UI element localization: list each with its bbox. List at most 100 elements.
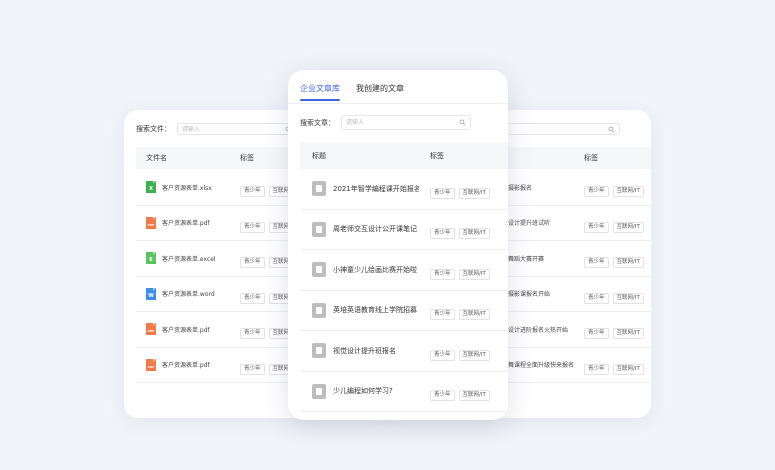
article-title[interactable]: 2021年智学编程课开始报名: [333, 184, 419, 194]
title-cell: 少儿编程如何学习?: [312, 383, 419, 399]
filename-cell: PDF 客户资源表单.pdf: [146, 323, 210, 336]
tag-badge: 青少年: [240, 221, 265, 233]
document-icon: [312, 181, 326, 197]
tag-badge: 互联网/IT: [458, 390, 490, 402]
tag-badge: 青少年: [430, 349, 455, 361]
article-title[interactable]: 舞课程全面升级快来报名: [508, 360, 574, 369]
tag-badge: 青少年: [430, 390, 455, 402]
file-search-label: 搜索文件：: [136, 125, 171, 133]
tag-list: 青少年 互联网/IT: [430, 381, 494, 402]
file-search-box[interactable]: [177, 123, 297, 135]
tag-list: 青少年 互联网/IT: [584, 177, 648, 198]
excel-file-icon: X: [146, 181, 156, 194]
table-row[interactable]: 2021年智学编程课开始报名 青少年 互联网/IT: [300, 169, 508, 210]
right-search-box[interactable]: [500, 123, 620, 135]
table-row[interactable]: 英培英语教育线上学院招募 青少年 互联网/IT: [300, 291, 508, 331]
tag-badge: 青少年: [584, 257, 609, 269]
article-search-label: 搜索文章：: [300, 118, 335, 127]
pdf-file-icon: PDF: [146, 358, 156, 371]
tag-list: 青少年 互联网/IT: [430, 300, 494, 321]
file-name[interactable]: 客户资源表单.xlsx: [162, 183, 212, 192]
article-title[interactable]: 少儿编程如何学习?: [333, 386, 419, 396]
search-icon[interactable]: [459, 119, 466, 126]
filename-cell: E 客户资源表单.excel: [146, 252, 216, 265]
file-name[interactable]: 客户资源表单.pdf: [162, 218, 210, 227]
document-icon: [312, 383, 326, 399]
file-type-letter: PDF: [147, 364, 155, 369]
article-library-panel: 企业文章库 我创建的文章 搜索文章： 标题 标签 2021年智学编程课开始报名青…: [288, 70, 508, 420]
file-name[interactable]: 客户资源表单.pdf: [162, 360, 210, 369]
document-icon: [312, 262, 326, 278]
tag-list: 青少年 互联网/IT: [584, 213, 648, 233]
tag-badge: 青少年: [430, 228, 455, 240]
tag-badge: 青少年: [584, 221, 609, 233]
tag-list: 青少年 互联网/IT: [584, 284, 648, 304]
tag-badge: 青少年: [240, 292, 265, 304]
tag-badge: 青少年: [240, 363, 265, 375]
article-title[interactable]: 摄影报名: [508, 183, 532, 192]
column-header-filename: 文件名: [146, 154, 167, 162]
tag-badge: 青少年: [584, 363, 609, 375]
title-cell: 周老师交互设计公开课笔记: [312, 221, 419, 237]
tag-badge: 互联网/IT: [458, 349, 490, 361]
filename-cell: PDF 客户资源表单.pdf: [146, 216, 210, 229]
tag-badge: 青少年: [584, 328, 609, 340]
title-cell: 英培英语教育线上学院招募: [312, 302, 419, 318]
tag-badge: 互联网/IT: [612, 221, 644, 233]
table-row[interactable]: 视觉设计提升班报名 青少年 互联网/IT: [300, 331, 508, 372]
word-file-icon: W: [146, 287, 156, 300]
tag-badge: 互联网/IT: [612, 363, 644, 375]
search-icon[interactable]: [608, 126, 615, 133]
tag-badge: 互联网/IT: [458, 187, 490, 199]
file-name[interactable]: 客户资源表单.excel: [162, 254, 216, 263]
article-title[interactable]: 设计进阶报名火热开始: [508, 325, 568, 334]
tab-my-articles[interactable]: 我创建的文章: [356, 83, 404, 94]
tag-list: 青少年 互联网/IT: [584, 248, 648, 269]
title-cell: 2021年智学编程课开始报名: [312, 181, 419, 197]
article-search-row: 搜索文章：: [300, 115, 471, 130]
pdf-file-icon: PDF: [146, 323, 156, 336]
table-row[interactable]: 周老师交互设计公开课笔记 青少年 互联网/IT: [300, 210, 508, 250]
article-title[interactable]: 周老师交互设计公开课笔记: [333, 224, 419, 234]
article-title[interactable]: 摄影课报名开始: [508, 289, 550, 298]
tag-badge: 互联网/IT: [458, 268, 490, 280]
title-cell: 视觉设计提升班报名: [312, 343, 419, 359]
article-title[interactable]: 舞蹈大赛开赛: [508, 254, 544, 263]
article-search-box[interactable]: [341, 115, 471, 130]
article-title[interactable]: 英培英语教育线上学院招募: [333, 305, 419, 315]
document-icon: [312, 302, 326, 318]
file-type-letter: PDF: [147, 222, 155, 227]
tag-badge: 青少年: [584, 292, 609, 304]
tag-badge: 青少年: [240, 186, 265, 198]
tag-badge: 互联网/IT: [612, 257, 644, 269]
filename-cell: PDF 客户资源表单.pdf: [146, 358, 210, 371]
tag-list: 青少年 互联网/IT: [584, 319, 648, 340]
file-type-letter: X: [149, 186, 153, 193]
article-search-input[interactable]: [346, 119, 466, 126]
tag-badge: 青少年: [430, 309, 455, 321]
article-table-header: 标题 标签: [300, 142, 508, 169]
file-name[interactable]: 客户资源表单.word: [162, 289, 215, 298]
tag-badge: 互联网/IT: [612, 186, 644, 198]
article-title[interactable]: 小神童少儿绘画比赛开始啦: [333, 265, 419, 275]
tag-list: 青少年 互联网/IT: [430, 219, 494, 240]
tag-badge: 青少年: [240, 328, 265, 340]
article-title[interactable]: 视觉设计提升班报名: [333, 346, 419, 356]
tag-list: 青少年 互联网/IT: [584, 355, 648, 375]
tag-badge: 青少年: [430, 187, 455, 199]
column-header-tags: 标签: [240, 154, 254, 162]
tag-list: 青少年 互联网/IT: [430, 341, 494, 361]
article-title[interactable]: 设计提升班试听: [508, 218, 550, 227]
excel-file-icon: E: [146, 252, 156, 265]
file-type-letter: W: [148, 292, 154, 299]
table-row[interactable]: 少儿编程如何学习? 青少年 互联网/IT: [300, 372, 508, 412]
file-name[interactable]: 客户资源表单.pdf: [162, 325, 210, 334]
document-icon: [312, 343, 326, 359]
tag-badge: 互联网/IT: [458, 228, 490, 240]
tab-enterprise-articles[interactable]: 企业文章库: [300, 83, 340, 94]
table-row[interactable]: 小神童少儿绘画比赛开始啦 青少年 互联网/IT: [300, 250, 508, 291]
file-search-input[interactable]: [182, 125, 292, 133]
tag-list: 青少年 互联网/IT: [430, 179, 494, 199]
tag-badge: 青少年: [240, 257, 265, 269]
document-icon: [312, 221, 326, 237]
